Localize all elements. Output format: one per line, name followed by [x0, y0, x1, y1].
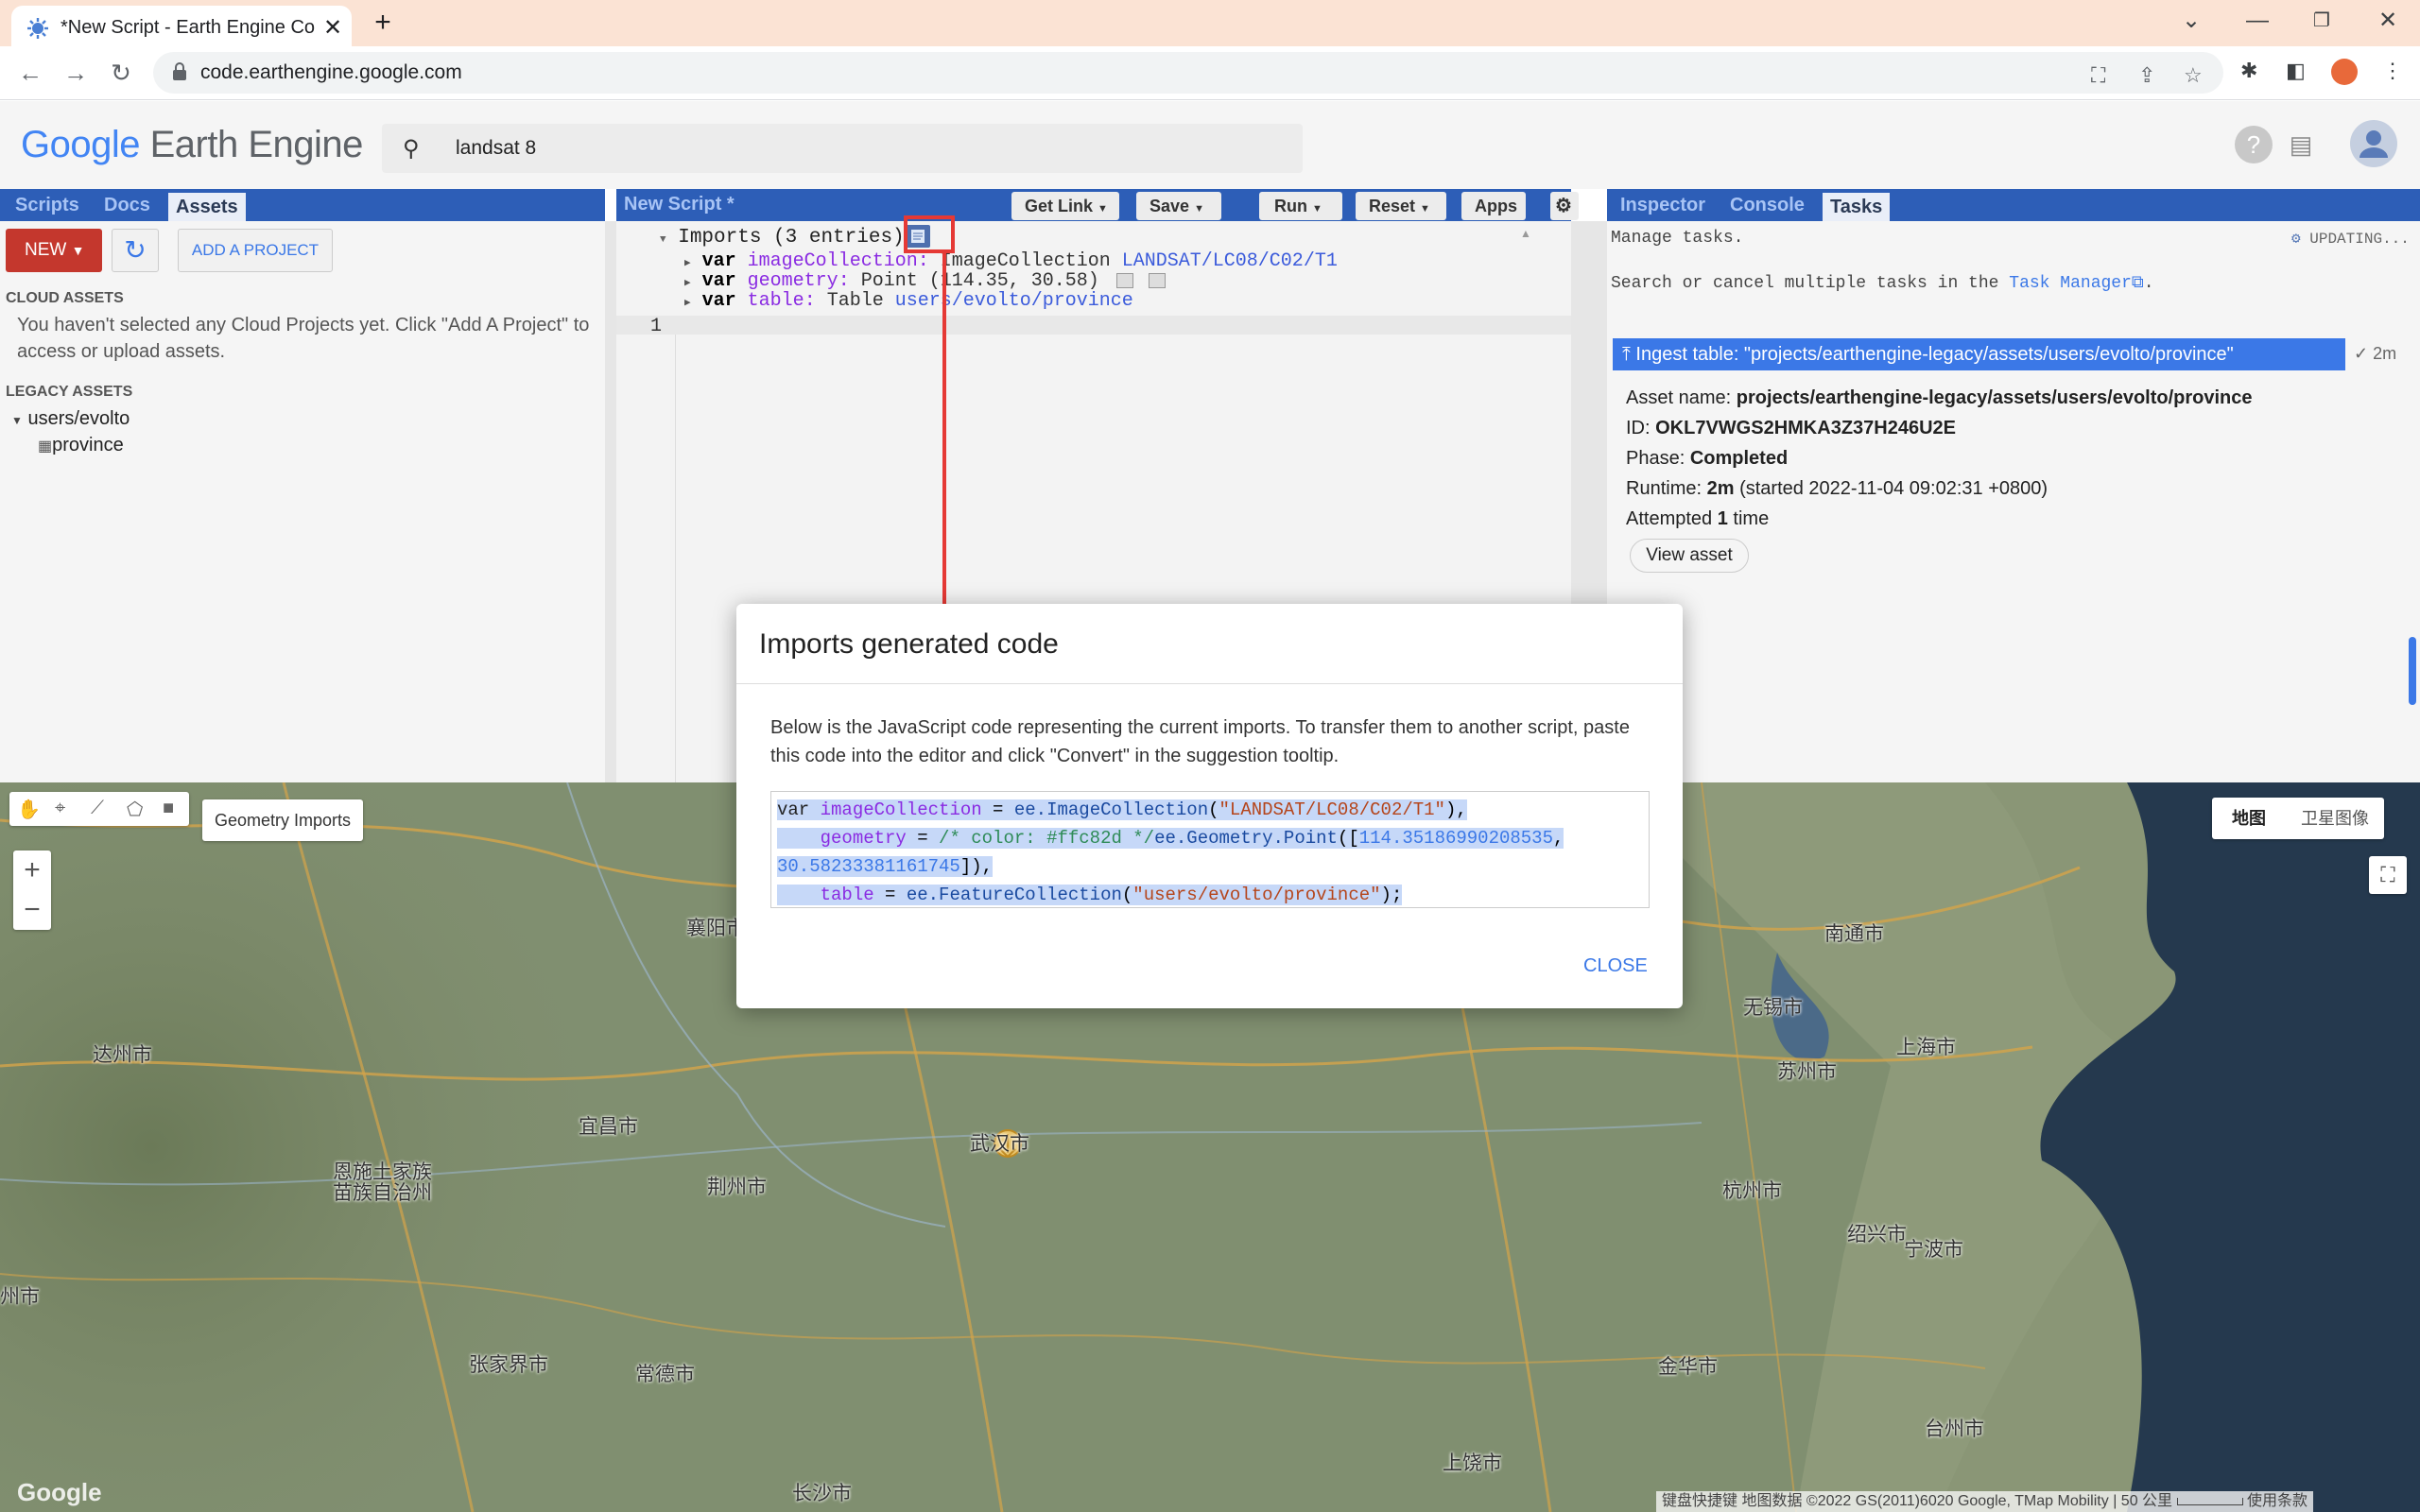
annotation-highlight-box: [904, 215, 955, 253]
code-var: imageCollection: [820, 799, 982, 820]
dialog-title: Imports generated code: [759, 628, 1059, 660]
code-line: table = ee.FeatureCollection("users/evol…: [777, 881, 1643, 909]
code-string: "LANDSAT/LC08/C02/T1": [1219, 799, 1445, 820]
generated-code-box[interactable]: var imageCollection = ee.ImageCollection…: [770, 791, 1650, 908]
dialog-divider: [736, 683, 1683, 684]
code-var: table: [820, 885, 874, 905]
code-comment: /* color: #ffc82d */: [939, 828, 1155, 849]
code-op: =: [981, 799, 1014, 820]
close-button[interactable]: CLOSE: [1583, 955, 1648, 977]
code-line: geometry = /* color: #ffc82d */ee.Geomet…: [777, 824, 1643, 852]
code-fn: ee.FeatureCollection: [906, 885, 1122, 905]
code-punct: ([: [1337, 828, 1359, 849]
code-var: geometry: [820, 828, 907, 849]
code-punct: );: [1380, 885, 1403, 905]
code-punct: ]),: [959, 856, 994, 877]
code-punct: ),: [1444, 799, 1467, 820]
code-fn: ee.Geometry.Point: [1154, 828, 1338, 849]
code-op: =: [873, 885, 907, 905]
dialog-description: Below is the JavaScript code representin…: [770, 717, 1630, 766]
code-string: "users/evolto/province": [1132, 885, 1381, 905]
code-number: 114.35186990208535: [1358, 828, 1553, 849]
modal-overlay: Imports generated code Below is the Java…: [0, 0, 2420, 1512]
code-number: 30.58233381161745: [777, 856, 960, 877]
code-op: =: [906, 828, 940, 849]
code-punct: (: [1208, 799, 1219, 820]
code-line: 30.58233381161745]),: [777, 852, 1643, 881]
imports-code-dialog: Imports generated code Below is the Java…: [736, 604, 1683, 1008]
code-line: var imageCollection = ee.ImageCollection…: [777, 796, 1643, 824]
code-punct: (: [1121, 885, 1133, 905]
code-punct: ,: [1552, 828, 1564, 849]
code-kw: var: [777, 799, 810, 820]
code-fn: ee.ImageCollection: [1013, 799, 1209, 820]
annotation-arrow: [935, 253, 954, 629]
